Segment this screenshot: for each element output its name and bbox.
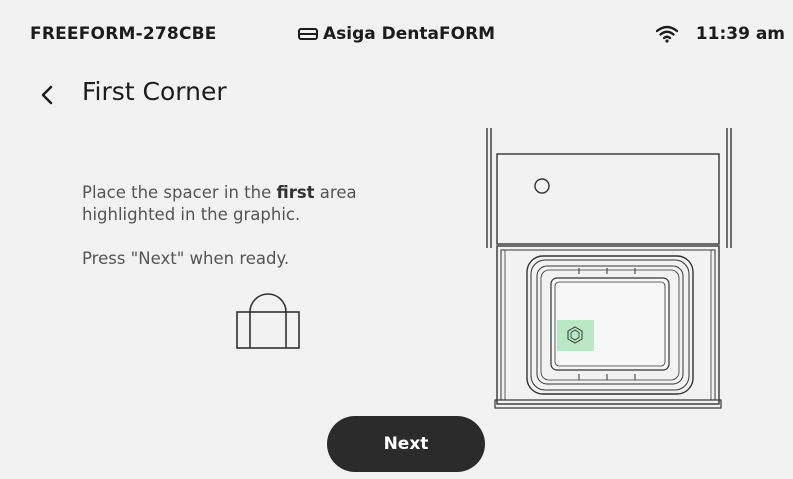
wifi-icon	[655, 25, 678, 43]
device-id: FREEFORM-278CBE	[30, 24, 217, 44]
page-title: First Corner	[82, 77, 227, 106]
printer-icon	[298, 28, 318, 40]
printer-name: Asiga DentaFORM	[323, 24, 496, 44]
instruction-step: Place the spacer in the first area highl…	[82, 183, 357, 224]
spacer-icon	[236, 293, 300, 349]
emphasis-first: first	[276, 183, 315, 202]
instructions: Place the spacer in the first area highl…	[82, 182, 432, 270]
status-bar: FREEFORM-278CBE Asiga DentaFORM 11:39 am	[10, 0, 793, 62]
back-button[interactable]	[34, 80, 62, 110]
printer-indicator: Asiga DentaFORM	[297, 24, 495, 44]
clock: 11:39 am	[695, 24, 785, 44]
next-button[interactable]: Next	[327, 416, 485, 472]
printer-graphic	[486, 128, 732, 409]
chevron-left-icon	[41, 85, 53, 105]
first-corner-highlight	[557, 320, 594, 351]
status-right: 11:39 am	[655, 24, 785, 44]
screen: FREEFORM-278CBE Asiga DentaFORM 11:39 am…	[10, 0, 793, 479]
instruction-press-next: Press "Next" when ready.	[82, 249, 290, 268]
